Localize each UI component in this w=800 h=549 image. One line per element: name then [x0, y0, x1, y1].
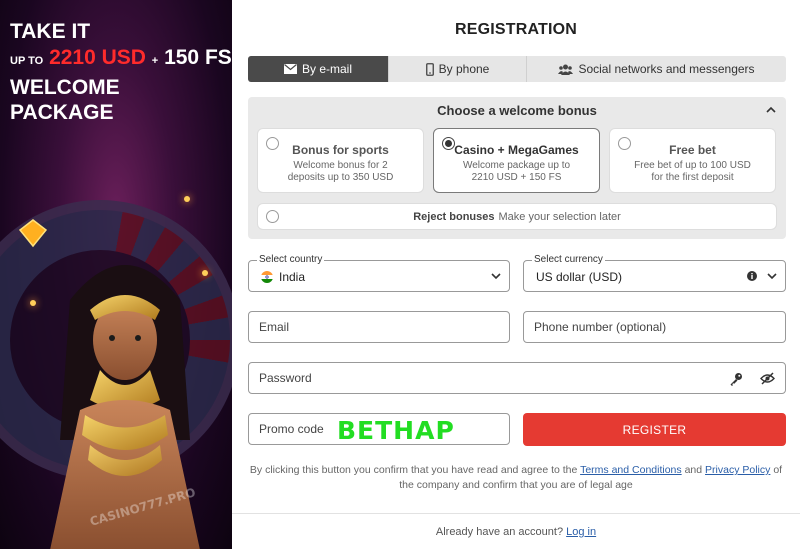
promo-banner: CASINO777.PRO TAKE IT UP TO 2210 USD + 1…	[0, 0, 232, 549]
india-flag-icon	[261, 271, 273, 283]
register-button[interactable]: REGISTER	[523, 413, 786, 446]
bonus-option-title: Free bet	[669, 143, 716, 157]
tab-by-email[interactable]: By e-mail	[248, 56, 389, 82]
promo-code-value: BETHAP	[337, 416, 455, 445]
radio-button[interactable]	[266, 137, 279, 150]
bonus-option-title: Casino + MegaGames	[454, 143, 579, 157]
bonus-option-casino[interactable]: Casino + MegaGames Welcome package up to…	[433, 128, 600, 193]
eye-slash-icon[interactable]	[760, 372, 775, 385]
bonus-option-description: Welcome bonus for 2 deposits up to 350 U…	[287, 160, 394, 183]
currency-name: US dollar (USD)	[536, 270, 623, 284]
cleopatra-illustration	[50, 265, 200, 549]
chevron-down-icon	[491, 273, 501, 280]
promo-line-3: WELCOME	[10, 76, 120, 99]
gem-icon	[18, 219, 48, 248]
reject-bonuses-title: Reject bonuses	[413, 210, 495, 223]
phone-field[interactable]	[523, 311, 786, 343]
bonus-option-title: Bonus for sports	[292, 143, 389, 157]
tab-label: Social networks and messengers	[578, 62, 755, 76]
bonus-option-sports[interactable]: Bonus for sports Welcome bonus for 2 dep…	[257, 128, 424, 193]
terms-text-and: and	[684, 464, 703, 476]
welcome-bonus-section: Choose a welcome bonus Bonus for sports …	[248, 97, 786, 239]
tab-social-networks[interactable]: Social networks and messengers	[527, 56, 786, 82]
password-input[interactable]	[249, 363, 785, 393]
promo-plus: +	[151, 55, 159, 67]
reject-bonuses-hint: Make your selection later	[498, 210, 621, 223]
bonus-option-free-bet[interactable]: Free bet Free bet of up to 100 USD for t…	[609, 128, 776, 193]
envelope-icon	[283, 64, 297, 74]
footer-divider	[232, 513, 800, 514]
country-select-label: Select country	[257, 254, 325, 265]
reject-bonuses-option[interactable]: Reject bonuses Make your selection later	[257, 203, 777, 230]
currency-select-label: Select currency	[532, 254, 605, 265]
promo-headline: TAKE IT UP TO 2210 USD + 150 FS WELCOME …	[10, 20, 232, 125]
bonus-option-description: Free bet of up to 100 USD for the first …	[634, 160, 751, 183]
registration-method-tabs: By e-mail By phone Social networks and m…	[248, 56, 786, 82]
promo-up-to: UP TO	[10, 55, 44, 67]
login-prompt-text: Already have an account?	[435, 526, 564, 538]
bonus-section-title: Choose a welcome bonus	[437, 103, 597, 118]
chevron-up-icon[interactable]	[766, 106, 776, 113]
page-title: REGISTRATION	[454, 21, 578, 38]
currency-select[interactable]: Select currency US dollar (USD)	[523, 254, 786, 292]
phone-input[interactable]	[524, 312, 785, 342]
email-input[interactable]	[249, 312, 509, 342]
password-field[interactable]	[248, 362, 786, 394]
sparkle-icon	[30, 300, 36, 306]
bonus-option-description: Welcome package up to 2210 USD + 150 FS	[462, 160, 571, 183]
terms-notice: By clicking this button you confirm that…	[242, 463, 790, 493]
country-select[interactable]: Select country India	[248, 254, 510, 292]
login-prompt: Already have an account? Log in	[232, 526, 800, 538]
radio-button-selected[interactable]	[442, 137, 455, 150]
terms-and-conditions-link[interactable]: Terms and Conditions	[580, 464, 682, 476]
phone-icon	[425, 62, 434, 76]
promo-amount: 2210 USD	[49, 46, 146, 69]
sparkle-icon	[184, 196, 190, 202]
terms-text-before: By clicking this button you confirm that…	[249, 464, 578, 476]
tab-by-phone[interactable]: By phone	[389, 56, 527, 82]
country-select-value: India	[261, 270, 305, 284]
promo-line-4: PACKAGE	[10, 101, 114, 124]
radio-button[interactable]	[266, 210, 279, 223]
email-field[interactable]	[248, 311, 510, 343]
login-link[interactable]: Log in	[566, 526, 596, 538]
info-icon[interactable]	[747, 271, 757, 281]
radio-button[interactable]	[618, 137, 631, 150]
key-icon[interactable]	[729, 372, 743, 386]
sparkle-icon	[202, 270, 208, 276]
tab-label: By phone	[438, 62, 490, 76]
privacy-policy-link[interactable]: Privacy Policy	[705, 464, 770, 476]
registration-panel: REGISTRATION By e-mail By phone Social n…	[232, 0, 800, 549]
promo-code-field[interactable]: BETHAP	[248, 413, 510, 445]
tab-label: By e-mail	[301, 62, 352, 76]
chevron-down-icon	[767, 273, 777, 280]
users-icon	[558, 64, 574, 75]
promo-line-1: TAKE IT	[10, 20, 91, 43]
promo-free-spins: 150 FS	[164, 46, 232, 69]
country-name: India	[279, 270, 306, 284]
promo-line-2: UP TO 2210 USD + 150 FS	[10, 44, 232, 75]
